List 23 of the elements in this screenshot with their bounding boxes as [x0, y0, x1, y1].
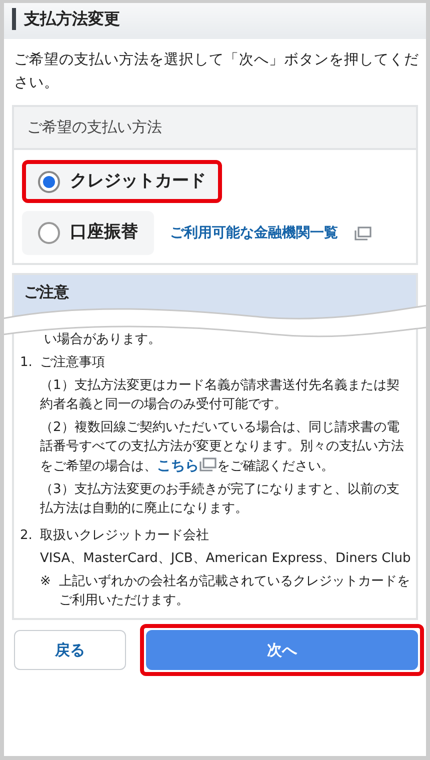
list-number: 1.: [20, 354, 34, 372]
bank-list-link[interactable]: ご利用可能な金融機関一覧: [170, 222, 338, 244]
instruction-text: ご希望の支払い方法を選択して「次へ」ボタンを押してください。: [13, 50, 420, 94]
notice-text: い場合があります。: [43, 331, 162, 350]
radio-option[interactable]: クレジットカード: [22, 160, 222, 204]
note-text: 上記いずれかの会社名が記載されているクレジットカードをご利用いただけます。: [58, 572, 411, 610]
panel-heading: ご希望の支払い方法: [14, 107, 416, 150]
notice-paragraph: （3）支払方法変更のお手続きが完了になりますと、以前の支払方法は自動的に廃止になります。: [40, 481, 400, 518]
page-title: 支払方法変更: [24, 8, 120, 30]
list-item-title: 取扱いクレジットカード会社: [40, 526, 210, 545]
list-number: 2.: [20, 526, 34, 545]
note-mark: ※: [40, 572, 51, 591]
help-link[interactable]: こちら: [157, 458, 199, 474]
title-accent-bar: [12, 8, 16, 30]
notice-paragraph: （1）支払方法変更はカード名義が請求書送付先名義または契約者名義と同一の場合のみ受付可能です。: [40, 377, 400, 414]
radio-option[interactable]: 口座振替: [22, 211, 154, 255]
list-item-title: ご注意事項: [40, 354, 106, 372]
back-button[interactable]: 戻る: [14, 630, 126, 670]
external-window-icon: [354, 226, 372, 241]
notice-paragraph: VISA、MasterCard、JCB、American Express、Diners Club: [40, 550, 412, 568]
next-button[interactable]: 次へ: [146, 630, 418, 670]
external-window-icon: [199, 457, 217, 472]
notice-paragraph: （2）複数回線ご契約いただいている場合は、同じ請求書の電話番号すべての支払方法が変更となります。別々の支払い方法をご希望の場合は、こちら をご確認ください。: [40, 418, 405, 476]
